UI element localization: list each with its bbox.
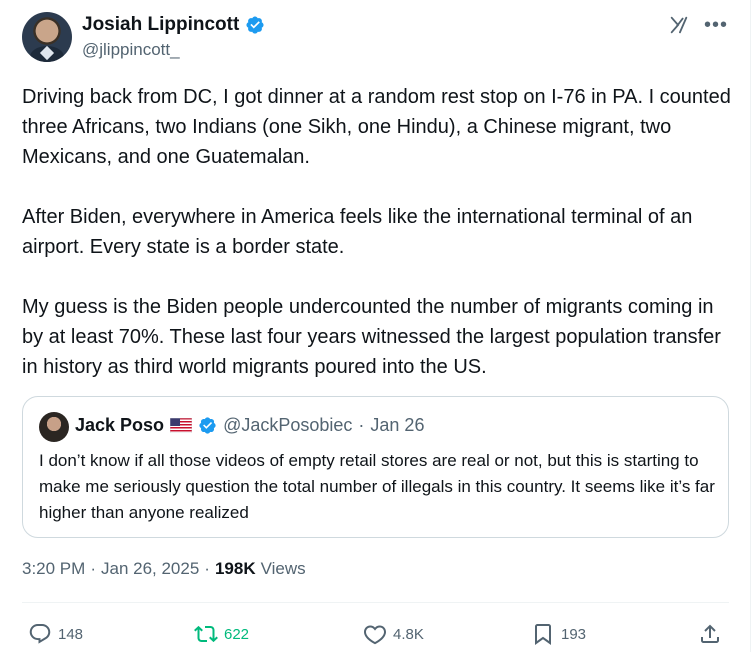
more-icon[interactable]: ••• xyxy=(704,15,728,35)
quoted-author-avatar[interactable] xyxy=(39,412,69,442)
quoted-tweet[interactable]: Jack Poso @JackPosobiec · Jan 26 I don’t… xyxy=(22,396,729,538)
quoted-author-handle[interactable]: @JackPosobiec xyxy=(223,415,352,436)
tweet-date[interactable]: Jan 26, 2025 xyxy=(101,559,199,579)
bookmark-count: 193 xyxy=(561,625,587,643)
meta-separator: · xyxy=(90,559,96,578)
author-handle[interactable]: @jlippincott_ xyxy=(82,40,180,60)
tweet-meta: 3:20 PM · Jan 26, 2025 · 198K Views xyxy=(22,559,306,579)
repost-icon xyxy=(194,625,218,643)
views-count: 198K xyxy=(214,559,256,578)
quoted-tweet-header: Jack Poso @JackPosobiec · Jan 26 xyxy=(75,415,424,436)
action-bar: 148 622 4.8K 193 xyxy=(0,618,751,650)
bookmark-button[interactable]: 193 xyxy=(531,618,586,650)
author-avatar[interactable] xyxy=(22,12,72,62)
like-icon xyxy=(364,625,386,645)
divider xyxy=(22,602,729,603)
top-actions: ••• xyxy=(668,14,728,36)
reply-icon xyxy=(29,624,51,644)
tweet-card: Josiah Lippincott @jlippincott_ ••• Driv… xyxy=(0,0,751,652)
reply-count: 148 xyxy=(58,625,84,643)
quoted-tweet-text: I don’t know if all those videos of empt… xyxy=(39,451,715,522)
like-button[interactable]: 4.8K xyxy=(363,618,424,650)
meta-separator-2: · xyxy=(204,559,210,578)
share-button[interactable] xyxy=(698,618,722,650)
bookmark-icon xyxy=(535,624,551,645)
author-name-row: Josiah Lippincott xyxy=(82,14,265,36)
tweet-paragraph-1: Driving back from DC, I got dinner at a … xyxy=(22,86,731,168)
share-icon xyxy=(701,624,719,643)
tweet-time[interactable]: 3:20 PM xyxy=(22,559,85,579)
repost-count: 622 xyxy=(224,625,250,643)
reply-button[interactable]: 148 xyxy=(28,618,83,650)
us-flag-icon xyxy=(170,418,193,433)
grok-icon[interactable] xyxy=(668,14,690,36)
author-display-name[interactable]: Josiah Lippincott xyxy=(82,14,239,36)
tweet-paragraph-2: After Biden, everywhere in America feels… xyxy=(22,206,693,258)
like-count: 4.8K xyxy=(393,625,424,643)
tweet-paragraph-3: My guess is the Biden people undercounte… xyxy=(22,296,721,378)
repost-button[interactable]: 622 xyxy=(194,618,249,650)
verified-badge-icon[interactable] xyxy=(245,15,265,35)
quoted-author-name[interactable]: Jack Poso xyxy=(75,415,164,436)
quoted-verified-badge-icon xyxy=(199,417,216,434)
quoted-date[interactable]: Jan 26 xyxy=(370,415,424,436)
quoted-separator: · xyxy=(358,415,365,435)
views-label: Views xyxy=(260,559,306,578)
tweet-text: Driving back from DC, I got dinner at a … xyxy=(22,82,734,382)
